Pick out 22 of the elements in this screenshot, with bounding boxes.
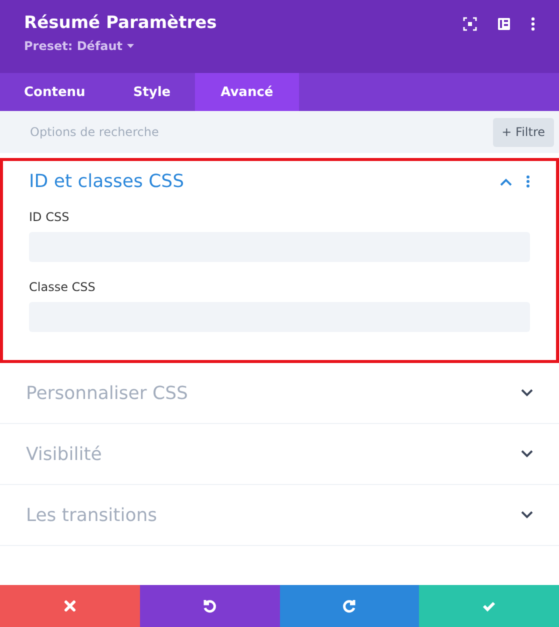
close-icon (62, 598, 78, 614)
more-icon[interactable] (531, 17, 535, 31)
field-label: Classe CSS (29, 280, 96, 294)
collapse-icon[interactable] (500, 178, 512, 186)
search-field[interactable]: Options de recherche (28, 124, 328, 140)
expand-icon[interactable] (521, 450, 533, 458)
more-icon[interactable] (526, 175, 530, 188)
tab[interactable]: Style (109, 73, 195, 111)
fullscreen-icon[interactable] (463, 17, 477, 31)
tab[interactable]: Contenu (0, 73, 110, 111)
preset-selector[interactable]: Preset: Défaut (24, 39, 123, 53)
caret-icon[interactable] (126, 44, 134, 48)
undo-icon (202, 598, 218, 614)
tab[interactable]: Avancé (194, 73, 300, 111)
sidebar-icon[interactable] (497, 17, 511, 31)
section-title[interactable]: ID et classes CSS (29, 171, 184, 192)
expand-icon[interactable] (521, 511, 533, 519)
field-label: ID CSS (29, 210, 70, 224)
expand-icon[interactable] (521, 389, 533, 397)
redo-icon (341, 598, 358, 614)
panel-title: Résumé Paramètres (24, 13, 217, 33)
filter-button[interactable]: + Filtre (492, 118, 554, 146)
